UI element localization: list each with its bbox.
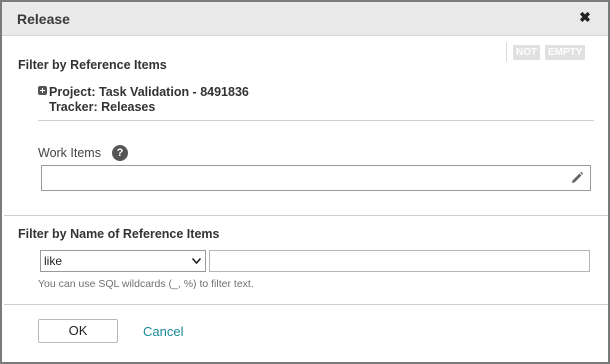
toolbar-divider [506,42,507,62]
operator-selected-value: like [44,254,63,268]
project-row: Project: Task Validation - 8491836 [38,85,249,100]
pencil-icon[interactable] [570,171,584,185]
sql-wildcard-hint: You can use SQL wildcards (_, %) to filt… [38,278,254,290]
operator-select[interactable]: like [40,250,206,272]
dialog-title: Release [17,11,70,27]
reference-tree: Project: Task Validation - 8491836 Track… [38,85,249,115]
section-divider-full [4,215,608,216]
empty-toggle-button[interactable]: EMPTY [545,45,586,60]
not-toggle-button[interactable]: NOT [513,45,541,60]
ok-button[interactable]: OK [38,319,118,343]
work-items-label: Work Items [38,146,101,160]
dialog-titlebar: Release ✖ [2,2,608,36]
project-label: Project: Task Validation - 8491836 [49,85,249,99]
close-icon[interactable]: ✖ [578,10,592,24]
name-filter-input[interactable] [209,250,590,272]
help-icon[interactable]: ? [112,145,128,161]
cancel-link[interactable]: Cancel [143,324,183,339]
tracker-label: Tracker: Releases [49,100,156,114]
section-divider [38,120,594,121]
chevron-down-icon [192,258,201,264]
footer-divider [4,304,608,305]
work-items-field[interactable] [41,165,591,191]
release-dialog: Release ✖ Filter by Reference Items NOT … [0,0,610,364]
reference-items-heading: Filter by Reference Items [18,58,167,72]
name-filter-heading: Filter by Name of Reference Items [18,227,220,241]
expand-plus-icon[interactable] [38,86,47,95]
